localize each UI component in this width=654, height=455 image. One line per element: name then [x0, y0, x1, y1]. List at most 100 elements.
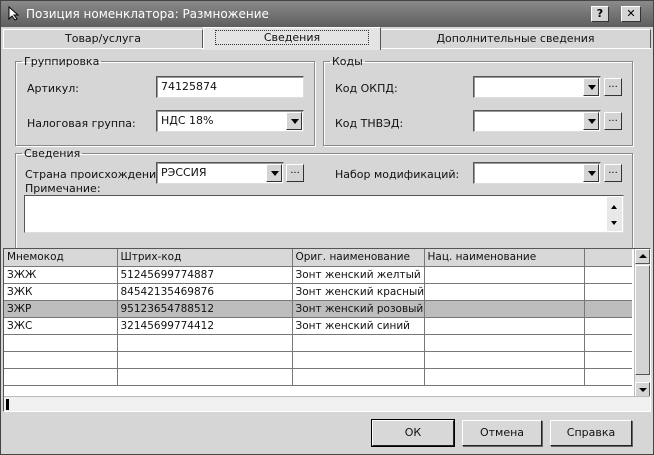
table-cell[interactable] [117, 334, 293, 352]
dialog-window: Позиция номенклатора: Размножение ? ✕ То… [0, 0, 654, 455]
table-cell[interactable] [117, 351, 293, 369]
chevron-down-icon[interactable] [583, 112, 599, 130]
table-row[interactable] [4, 351, 632, 369]
okpd-label: Код ОКПД: [335, 82, 398, 95]
table-cell[interactable]: ЗЖР [4, 300, 118, 318]
modifications-browse-button[interactable]: ... [604, 164, 622, 182]
table-cell[interactable]: 51245699774887 [117, 266, 293, 284]
table-cell[interactable] [424, 317, 585, 335]
tnved-label: Код ТНВЭД: [335, 117, 404, 130]
country-value: РЭССИЯ [161, 166, 207, 179]
arrow-down-icon[interactable] [611, 221, 617, 225]
table-cell[interactable] [424, 351, 585, 369]
tax-group-label: Налоговая группа: [27, 117, 136, 130]
column-header-nat-name[interactable]: Нац. наименование [424, 249, 585, 267]
chevron-down-icon[interactable] [583, 78, 599, 96]
column-header-orig-name[interactable]: Ориг. наименование [292, 249, 425, 267]
country-browse-button[interactable]: ... [286, 164, 304, 182]
tab-additional-label: Дополнительные сведения [436, 32, 595, 45]
table-cell[interactable]: ЗЖС [4, 317, 118, 335]
table-cell[interactable]: Зонт женский синий [292, 317, 425, 335]
info-legend: Сведения [24, 147, 81, 160]
help-button[interactable]: Справка [550, 420, 632, 446]
chevron-down-icon[interactable] [266, 164, 282, 182]
table-row[interactable]: ЗЖЖ 51245699774887 Зонт женский желтый [4, 266, 632, 284]
table-cell[interactable]: 84542135469876 [117, 283, 293, 301]
column-header-barcode[interactable]: Штрих-код [117, 249, 293, 267]
okpd-browse-button[interactable]: ... [604, 78, 622, 96]
table-cell[interactable] [584, 334, 632, 352]
tab-bar: Товар/услуга Сведения Дополнительные све… [1, 27, 653, 50]
scroll-down-icon[interactable] [635, 382, 650, 397]
table-cell[interactable] [292, 334, 425, 352]
table-cell[interactable]: Зонт женский желтый [292, 266, 425, 284]
arrow-up-icon[interactable] [611, 205, 617, 209]
table-cell[interactable]: ЗЖК [4, 283, 118, 301]
table-cell[interactable] [4, 368, 118, 386]
variants-table: Мнемокод Штрих-код Ориг. наименование На… [4, 249, 632, 386]
pointer-icon [8, 6, 20, 21]
help-title-button[interactable]: ? [591, 6, 609, 22]
table-cell[interactable] [584, 351, 632, 369]
modifications-select[interactable] [473, 162, 601, 184]
scroll-thumb[interactable] [635, 265, 650, 375]
ok-button[interactable]: ОК [371, 419, 455, 447]
table-cell[interactable] [584, 266, 632, 284]
window-title: Позиция номенклатора: Размножение [26, 7, 269, 21]
close-button[interactable]: ✕ [621, 6, 641, 22]
row-indicator [6, 399, 9, 410]
table-cell[interactable] [292, 351, 425, 369]
table-row[interactable] [4, 334, 632, 352]
table-cell[interactable]: Зонт женский розовый [292, 300, 425, 318]
okpd-select[interactable] [473, 76, 601, 98]
tnved-select[interactable] [473, 110, 601, 132]
chevron-down-icon[interactable] [583, 164, 599, 182]
codes-groupbox: Коды [323, 55, 633, 146]
grouping-legend: Группировка [24, 55, 100, 68]
table-cell[interactable] [584, 317, 632, 335]
table-cell[interactable]: 95123654788512 [117, 300, 293, 318]
tab-product-label: Товар/услуга [65, 32, 141, 45]
note-scrollbar[interactable] [607, 197, 622, 231]
table-cell[interactable] [424, 368, 585, 386]
table-cell[interactable] [424, 300, 585, 318]
table-cell[interactable] [4, 351, 118, 369]
table-cell[interactable] [117, 368, 293, 386]
modifications-label: Набор модификаций: [335, 168, 460, 181]
tab-info[interactable]: Сведения [203, 27, 381, 50]
country-label: Страна происхождения: [25, 168, 167, 181]
article-label: Артикул: [27, 82, 79, 95]
tab-info-label: Сведения [214, 30, 370, 45]
table-cell[interactable] [4, 334, 118, 352]
table-cell[interactable] [424, 266, 585, 284]
article-input[interactable]: 74125874 [156, 76, 304, 98]
table-row[interactable]: ЗЖР 95123654788512 Зонт женский розовый [4, 300, 632, 318]
grid-horizontal-scrollbar[interactable] [4, 396, 650, 411]
chevron-down-icon[interactable] [286, 112, 302, 130]
table-cell[interactable] [292, 368, 425, 386]
grid-vertical-scrollbar[interactable] [634, 249, 650, 397]
note-label: Примечание: [25, 182, 101, 195]
country-select[interactable]: РЭССИЯ [156, 162, 284, 184]
scroll-up-icon[interactable] [635, 249, 650, 264]
tax-group-value: НДС 18% [161, 114, 214, 127]
cancel-button[interactable]: Отмена [462, 420, 542, 446]
table-row[interactable] [4, 368, 632, 386]
note-textarea[interactable] [24, 195, 624, 233]
table-cell[interactable]: Зонт женский красный [292, 283, 425, 301]
table-cell[interactable] [584, 283, 632, 301]
table-cell[interactable] [584, 368, 632, 386]
tax-group-select[interactable]: НДС 18% [156, 110, 304, 132]
table-row[interactable]: ЗЖК 84542135469876 Зонт женский красный [4, 283, 632, 301]
table-row[interactable]: ЗЖС 32145699774412 Зонт женский синий [4, 317, 632, 335]
table-cell[interactable]: 32145699774412 [117, 317, 293, 335]
table-cell[interactable] [584, 300, 632, 318]
variants-grid[interactable]: Мнемокод Штрих-код Ориг. наименование На… [3, 248, 651, 412]
tnved-browse-button[interactable]: ... [604, 112, 622, 130]
table-cell[interactable] [424, 334, 585, 352]
column-header-mnemocode[interactable]: Мнемокод [4, 249, 118, 267]
tab-product[interactable]: Товар/услуга [3, 29, 203, 49]
tab-additional[interactable]: Дополнительные сведения [381, 29, 651, 49]
table-cell[interactable]: ЗЖЖ [4, 266, 118, 284]
table-cell[interactable] [424, 283, 585, 301]
